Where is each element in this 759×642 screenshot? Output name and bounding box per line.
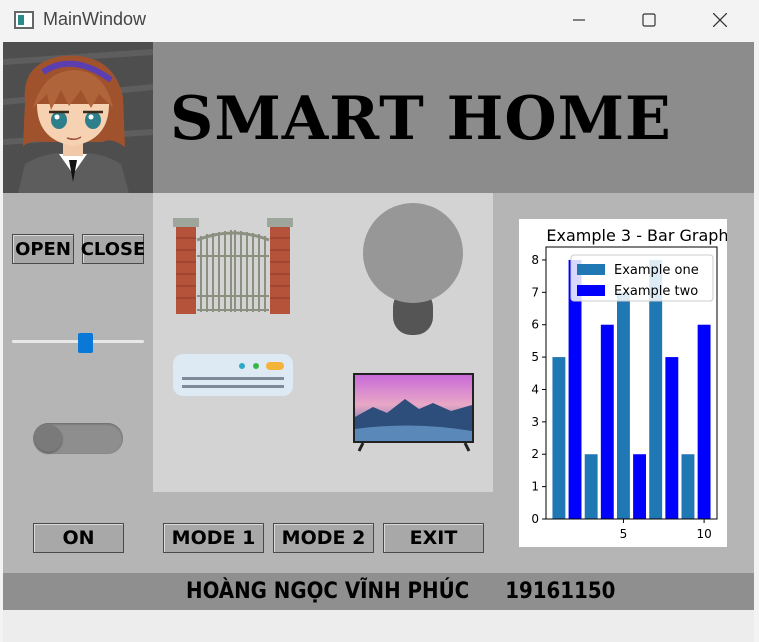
chart-bar [616,292,630,519]
minimize-icon [573,19,585,21]
y-tick-label: 7 [531,285,539,299]
lamp-icon [362,203,464,335]
author-name: HOÀNG NGỌC VĨNH PHÚC [186,579,470,604]
mode-2-button[interactable]: MODE 2 [273,523,374,553]
chart-bar [681,454,695,519]
bar-chart: Example 3 - Bar Graph 0 1 2 3 4 5 6 7 8 5 10 Example… [519,219,729,547]
toggle-switch[interactable] [33,423,123,454]
gate-icon [173,216,293,316]
x-tick-label: 5 [620,527,628,541]
chart-bar [697,324,711,519]
chart-canvas: Example 3 - Bar Graph 0 1 2 3 4 5 6 7 8 5 10 Example… [531,226,728,541]
legend-swatch [577,285,605,296]
chart-bar [584,454,598,519]
mode-1-button[interactable]: MODE 1 [163,523,264,553]
y-tick-label: 3 [531,415,539,429]
y-tick-label: 2 [531,447,539,461]
exit-button[interactable]: EXIT [383,523,484,553]
app-title: SMART HOME [170,84,672,154]
television-icon [353,373,475,453]
toggle-knob [35,425,62,452]
y-tick-label: 5 [531,350,539,364]
legend-label: Example one [614,263,699,278]
avatar [3,42,153,193]
chart-bar [665,357,679,519]
y-tick-label: 0 [531,512,539,526]
y-tick-label: 8 [531,253,539,267]
app-icon [14,11,34,29]
open-gate-button[interactable]: OPEN [12,234,74,264]
student-id: 19161150 [505,579,616,604]
chart-bar [600,324,614,519]
close-window-button[interactable] [697,4,743,36]
maximize-icon [642,13,656,27]
y-tick-label: 1 [531,480,539,494]
window-title: MainWindow [43,9,147,29]
maximize-button[interactable] [626,4,672,36]
chart-bar [633,454,647,519]
legend-label: Example two [614,284,698,299]
close-icon [713,13,727,27]
footer-credit: HOÀNG NGỌC VĨNH PHÚC 19161150 [186,579,615,604]
chart-title: Example 3 - Bar Graph [546,226,727,245]
close-gate-button[interactable]: CLOSE [81,234,145,264]
slider-handle[interactable] [77,333,93,353]
y-tick-label: 6 [531,318,539,332]
on-button[interactable]: ON [33,523,124,553]
air-conditioner-icon [172,353,294,397]
chart-bar [552,357,566,519]
legend-swatch [577,264,605,275]
y-tick-label: 4 [531,382,539,396]
status-strip [3,610,754,642]
x-tick-label: 10 [696,527,711,541]
minimize-button[interactable] [556,4,602,36]
